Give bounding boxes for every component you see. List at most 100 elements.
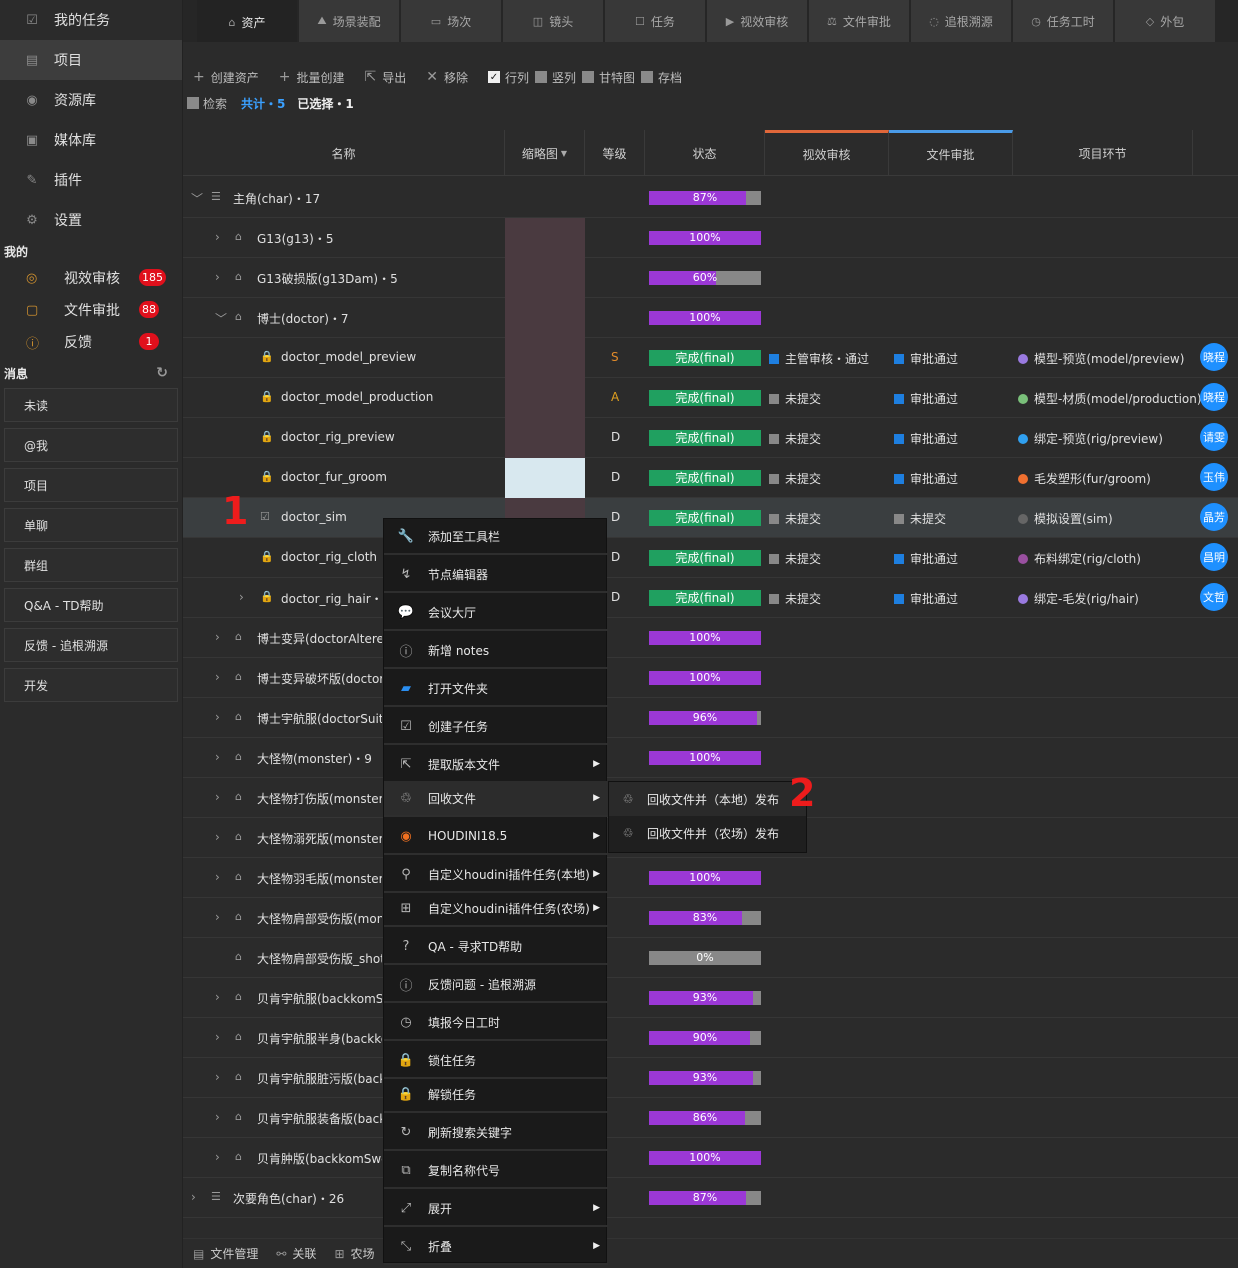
menu-item-note[interactable]: ⓘ 新增 notes [384, 633, 608, 669]
bottom-tab-2[interactable]: ⊞ 农场 [334, 1245, 374, 1262]
tab-3[interactable]: ◫ 镜头 [503, 0, 603, 42]
table-row[interactable]: › 🔒 doctor_rig_hair・1 D 完成(final) 未提交 审批通过 绑定-毛… [183, 578, 1238, 618]
column-vfx-review[interactable]: 视效审核 [765, 130, 889, 176]
vertical-checkbox[interactable]: 竖列 [535, 69, 576, 86]
avatar[interactable]: 文哲 [1200, 583, 1228, 611]
table-row[interactable]: › ⌂ 大怪物(monster)・9 100% [183, 738, 1238, 778]
menu-item-extract[interactable]: ⇱ 提取版本文件 ▶ [384, 747, 608, 783]
table-row[interactable]: ⌂ 大怪物肩部受伤版_shot 0% [183, 938, 1238, 978]
menu-item-collapse[interactable]: ⤡ 折叠 ▶ [384, 1229, 608, 1265]
column-file-approval[interactable]: 文件审批 [889, 130, 1013, 176]
message-channel[interactable]: 开发 [4, 668, 178, 702]
table-row[interactable]: › ⌂ 贝肯宇航服半身(backko 90% [183, 1018, 1238, 1058]
my-item-1[interactable]: ▢ 文件审批 88 [0, 294, 182, 326]
chevron-right-icon[interactable]: › [215, 270, 227, 284]
tab-6[interactable]: ⚖ 文件审批 [809, 0, 909, 42]
tab-4[interactable]: ☐ 任务 [605, 0, 705, 42]
chevron-right-icon[interactable]: › [215, 910, 227, 924]
tab-2[interactable]: ▭ 场次 [401, 0, 501, 42]
message-channel[interactable]: 项目 [4, 468, 178, 502]
table-row[interactable]: › ⌂ 贝肯宇航服脏污版(back 93% [183, 1058, 1238, 1098]
nav-item-5[interactable]: ⚙ 设置 [0, 200, 182, 240]
tab-7[interactable]: ◌ 追根溯源 [911, 0, 1011, 42]
nav-item-3[interactable]: ▣ 媒体库 [0, 120, 182, 160]
chevron-right-icon[interactable]: › [239, 590, 251, 604]
message-channel[interactable]: 群组 [4, 548, 178, 582]
table-row[interactable]: › ⌂ 博士变异破坏版(doctor 100% [183, 658, 1238, 698]
my-item-2[interactable]: ⓘ 反馈 1 [0, 326, 182, 358]
nav-item-1[interactable]: ▤ 项目 [0, 40, 182, 80]
chevron-right-icon[interactable]: › [215, 830, 227, 844]
menu-item-refresh[interactable]: ↻ 刷新搜索关键字 [384, 1115, 608, 1151]
create-asset-button[interactable]: + 创建资产 [193, 69, 259, 86]
menu-item-info[interactable]: ⓘ 反馈问题 - 追根溯源 [384, 967, 608, 1003]
message-channel[interactable]: Q&A - TD帮助 [4, 588, 178, 622]
menu-item-expand[interactable]: ⤢ 展开 ▶ [384, 1191, 608, 1227]
nav-item-0[interactable]: ☑ 我的任务 [0, 0, 182, 40]
avatar[interactable]: 昌明 [1200, 543, 1228, 571]
chevron-right-icon[interactable]: › [215, 1150, 227, 1164]
chevron-right-icon[interactable]: › [215, 750, 227, 764]
horizontal-scrollbar[interactable] [183, 1220, 1238, 1234]
table-row[interactable]: › ⌂ 博士变异(doctorAltered 100% [183, 618, 1238, 658]
table-row[interactable]: 🔒 doctor_model_preview S 完成(final) 主管审核・通过 审批… [183, 338, 1238, 378]
table-row[interactable]: › ⌂ 贝肯宇航服装备版(back 86% [183, 1098, 1238, 1138]
chevron-right-icon[interactable]: › [215, 670, 227, 684]
chevron-right-icon[interactable]: › [215, 790, 227, 804]
menu-item-folder-open[interactable]: ▰ 打开文件夹 [384, 671, 608, 707]
message-channel[interactable]: 反馈 - 追根溯源 [4, 628, 178, 662]
message-channel[interactable]: 单聊 [4, 508, 178, 542]
menu-item-lock[interactable]: 🔒 锁住任务 [384, 1043, 608, 1079]
column-thumbnail[interactable]: 缩略图 ▼ [505, 130, 585, 176]
table-row[interactable]: › ⌂ 大怪物羽毛版(monster_ 100% [183, 858, 1238, 898]
avatar[interactable]: 玉伟 [1200, 463, 1228, 491]
chevron-down-icon[interactable]: ﹀ [191, 190, 203, 207]
menu-item-pin[interactable]: ⚲ 自定义houdini插件任务(本地) ▶ [384, 857, 608, 893]
table-row[interactable]: 🔒 doctor_rig_cloth D 完成(final) 未提交 审批通过 布料绑定(r… [183, 538, 1238, 578]
menu-item-unlock[interactable]: 🔒 解锁任务 [384, 1077, 608, 1113]
batch-create-button[interactable]: + 批量创建 [279, 69, 345, 86]
table-row[interactable]: 🔒 doctor_model_production A 完成(final) 未提交 审批通… [183, 378, 1238, 418]
chevron-right-icon[interactable]: › [215, 990, 227, 1004]
nav-item-2[interactable]: ◉ 资源库 [0, 80, 182, 120]
chevron-right-icon[interactable]: › [191, 1190, 203, 1204]
archive-checkbox[interactable]: 存档 [641, 69, 682, 86]
avatar[interactable]: 请雯 [1200, 423, 1228, 451]
export-button[interactable]: ⇱ 导出 [365, 69, 407, 86]
menu-item-chat[interactable]: 💬 会议大厅 [384, 595, 608, 631]
refresh-icon[interactable]: ↻ [156, 365, 168, 381]
table-row[interactable]: › ⌂ G13破损版(g13Dam)・5 60% [183, 258, 1238, 298]
chevron-right-icon[interactable]: › [215, 1110, 227, 1124]
tab-1[interactable]: ⛰ 场景装配 [299, 0, 399, 42]
my-item-0[interactable]: ◎ 视效审核 185 [0, 262, 182, 294]
nav-item-4[interactable]: ✎ 插件 [0, 160, 182, 200]
tab-0[interactable]: ⌂ 资产 [197, 0, 297, 42]
chevron-right-icon[interactable]: › [215, 230, 227, 244]
submenu-item-0[interactable]: ♲ 回收文件并（本地）发布 [609, 782, 806, 816]
tab-9[interactable]: ◇ 外包 [1115, 0, 1215, 42]
menu-item-node-editor[interactable]: ↯ 节点编辑器 [384, 557, 608, 593]
message-channel[interactable]: @我 [4, 428, 178, 462]
submenu-item-1[interactable]: ♲ 回收文件并（农场）发布 [609, 816, 806, 850]
chevron-right-icon[interactable]: › [215, 1030, 227, 1044]
table-row[interactable]: 🔒 doctor_rig_preview D 完成(final) 未提交 审批通过 绑定-预… [183, 418, 1238, 458]
tab-8[interactable]: ◷ 任务工时 [1013, 0, 1113, 42]
table-row[interactable]: › ⌂ 贝肯肿版(backkomSwe 100% [183, 1138, 1238, 1178]
table-row[interactable]: › ⌂ 大怪物肩部受伤版(mon 83% [183, 898, 1238, 938]
chevron-right-icon[interactable]: › [215, 870, 227, 884]
avatar[interactable]: 晓程 [1200, 383, 1228, 411]
bottom-tab-1[interactable]: ⚯ 关联 [276, 1245, 316, 1262]
table-row[interactable]: › ⌂ 博士宇航服(doctorSuit) 96% [183, 698, 1238, 738]
row-column-checkbox[interactable]: ✓ 行列 [488, 69, 529, 86]
column-name[interactable]: 名称 [183, 130, 505, 176]
table-row[interactable]: 🔒 doctor_fur_groom D 完成(final) 未提交 审批通过 毛发塑形(f… [183, 458, 1238, 498]
menu-item-network[interactable]: ⊞ 自定义houdini插件任务(农场) ▶ [384, 891, 608, 927]
menu-item-recycle[interactable]: ♲ 回收文件 ▶ [384, 781, 608, 817]
table-row[interactable]: ﹀ ☰ 主角(char)・17 87% [183, 178, 1238, 218]
column-project-step[interactable]: 项目环节 [1013, 130, 1193, 176]
table-row[interactable]: ☑ doctor_sim D 完成(final) 未提交 未提交 模拟设置(sim) 晶芳 [183, 498, 1238, 538]
table-row[interactable]: › ⌂ G13(g13)・5 100% [183, 218, 1238, 258]
menu-item-question[interactable]: ? QA - 寻求TD帮助 [384, 929, 608, 965]
bottom-tab-0[interactable]: ▤ 文件管理 [193, 1245, 258, 1262]
menu-item-subtask[interactable]: ☑ 创建子任务 [384, 709, 608, 745]
